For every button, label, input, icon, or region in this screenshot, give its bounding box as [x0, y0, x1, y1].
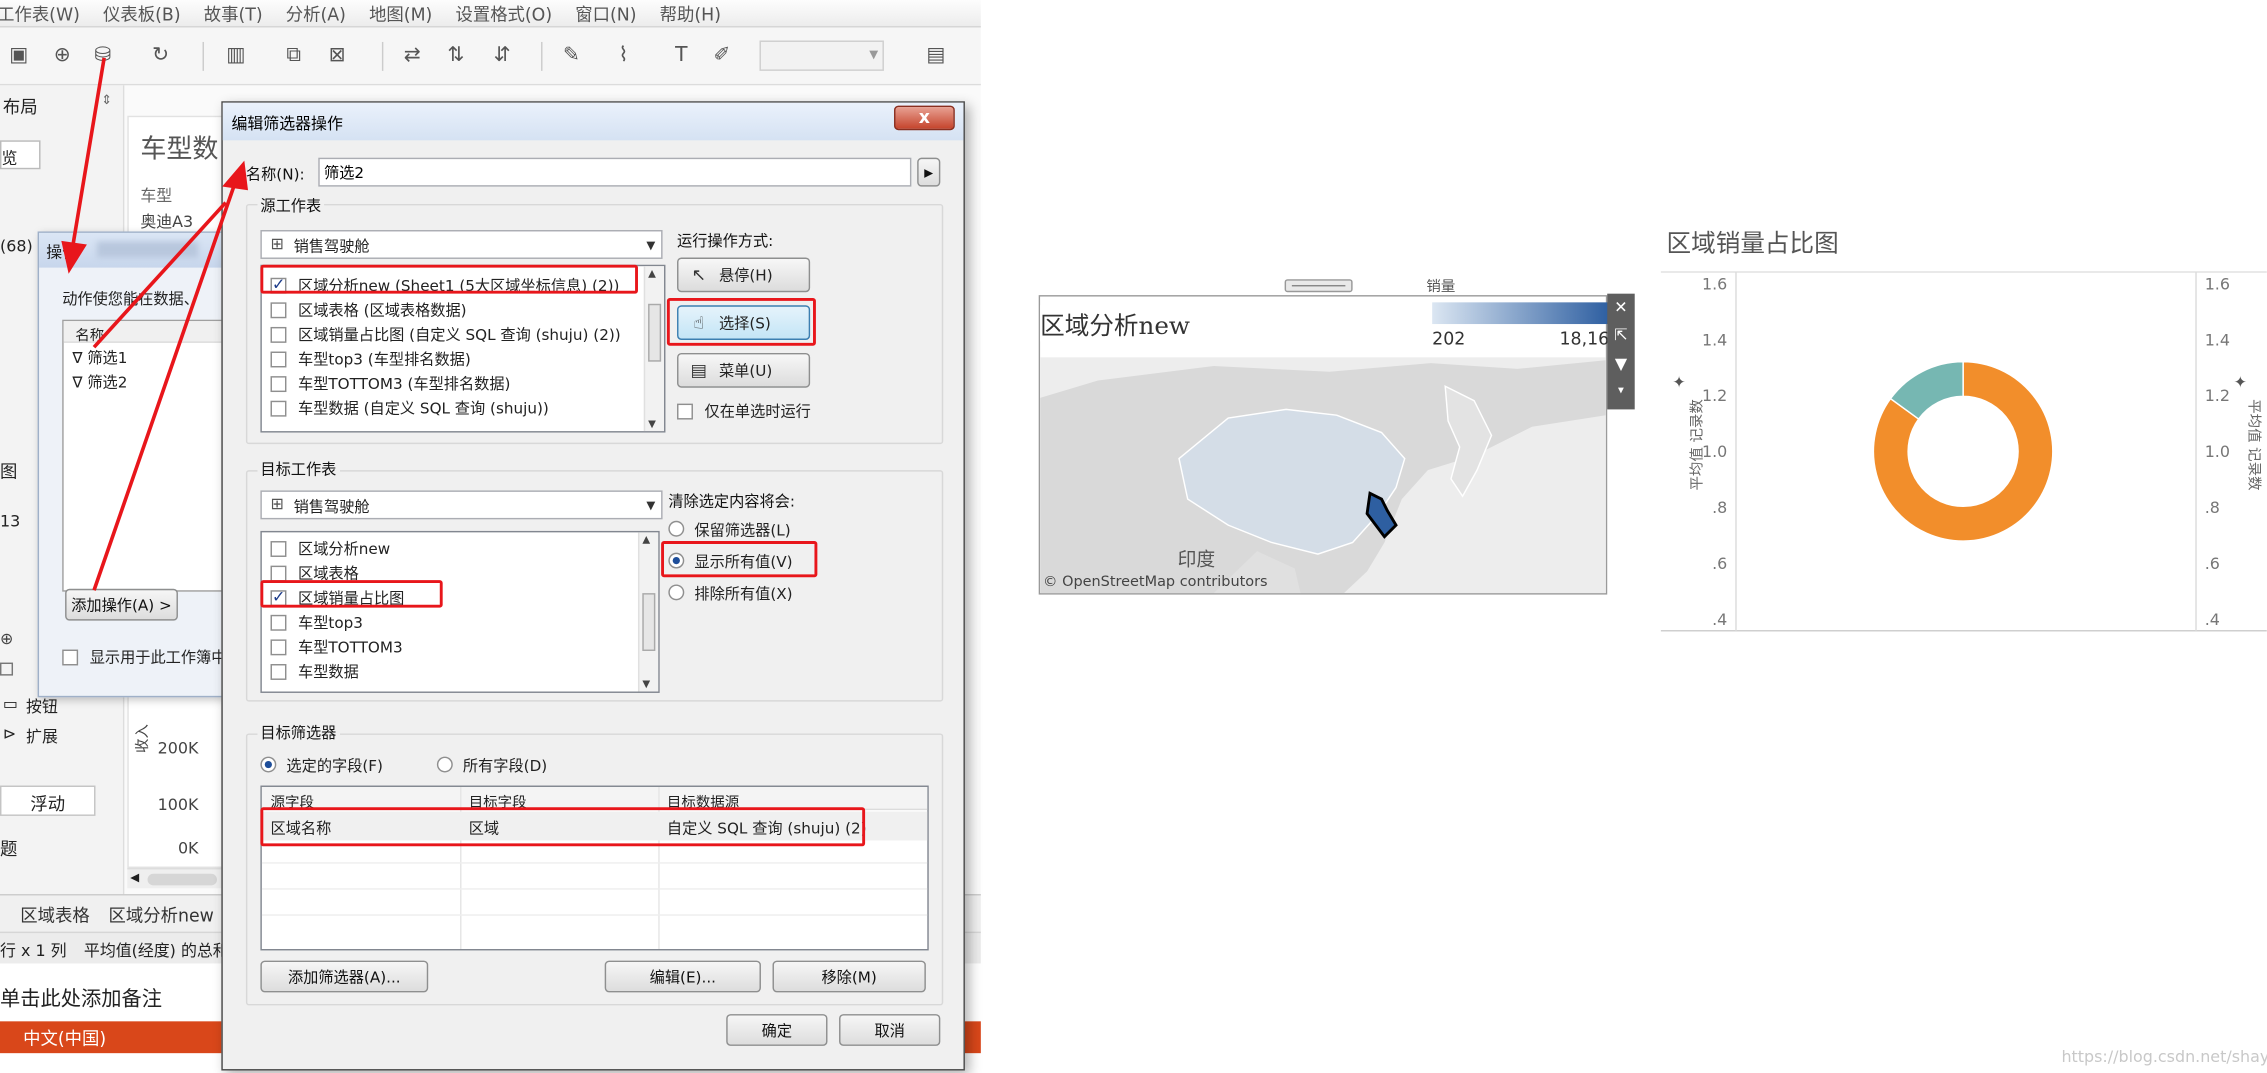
y-tick-right: .4: [2205, 610, 2220, 629]
close-icon[interactable]: ✕: [1607, 298, 1634, 317]
legend-max: 18,16: [1559, 328, 1610, 349]
y-tick-left: .6: [1712, 554, 1727, 573]
map-attribution: © OpenStreetMap contributors: [1043, 574, 1268, 590]
arrow-line: [92, 175, 239, 591]
legend-min: 202: [1432, 328, 1466, 349]
watermark: https://blog.csdn.net/shayuwei: [2061, 1047, 2267, 1067]
y-tick-right: 1.0: [2205, 442, 2230, 461]
y-tick-right: 1.6: [2205, 274, 2230, 293]
map-title: 区域分析new: [1040, 305, 1190, 342]
drag-handle[interactable]: [1284, 279, 1353, 293]
legend-gradient: [1432, 302, 1609, 325]
pin-icon[interactable]: ✦: [1672, 373, 1685, 392]
open-sheet-icon[interactable]: ⇱: [1607, 325, 1634, 344]
y-tick-left: 1.6: [1702, 274, 1727, 293]
y-tick-left: .4: [1712, 610, 1727, 629]
donut-sheet[interactable]: 区域销量占比图 1.6 1.6 1.4 1.4 1.2 1.2 1.0 1.0.8.8.6.6…: [1660, 217, 2267, 637]
donut-chart: 1.6 1.6 1.4 1.4 1.2 1.2 1.0 1.0 .8 .8 .6 .6 .4 .4: [1660, 271, 2267, 632]
y-axis-left-label: 平均值 记录数: [1689, 399, 1706, 491]
y-axis-right-label: 平均值 记录数: [2245, 399, 2262, 491]
india-label: 印度: [1178, 549, 1216, 571]
arrow-head: [61, 240, 87, 274]
arrow-line: [92, 201, 228, 349]
y-tick-left: 1.0: [1702, 442, 1727, 461]
more-options-icon[interactable]: ▾: [1607, 383, 1634, 396]
y-tick-left: .8: [1712, 498, 1727, 517]
arrow-line: [70, 57, 106, 250]
annotation-arrows: [61, 57, 249, 591]
y-tick-right: .6: [2205, 554, 2220, 573]
y-tick-left: 1.4: [1702, 330, 1727, 349]
use-as-filter-icon[interactable]: ▼: [1607, 354, 1634, 373]
y-tick-right: .8: [2205, 498, 2220, 517]
y-tick-right: 1.4: [2205, 330, 2230, 349]
legend-title: 销量: [1426, 279, 1456, 296]
arrow-head: [222, 160, 249, 191]
pin-icon[interactable]: ✦: [2234, 373, 2247, 392]
y-tick-right: 1.2: [2205, 386, 2230, 405]
sheet-toolbar: ✕ ⇱ ▼ ▾: [1607, 293, 1635, 410]
y-tick-left: 1.2: [1702, 386, 1727, 405]
